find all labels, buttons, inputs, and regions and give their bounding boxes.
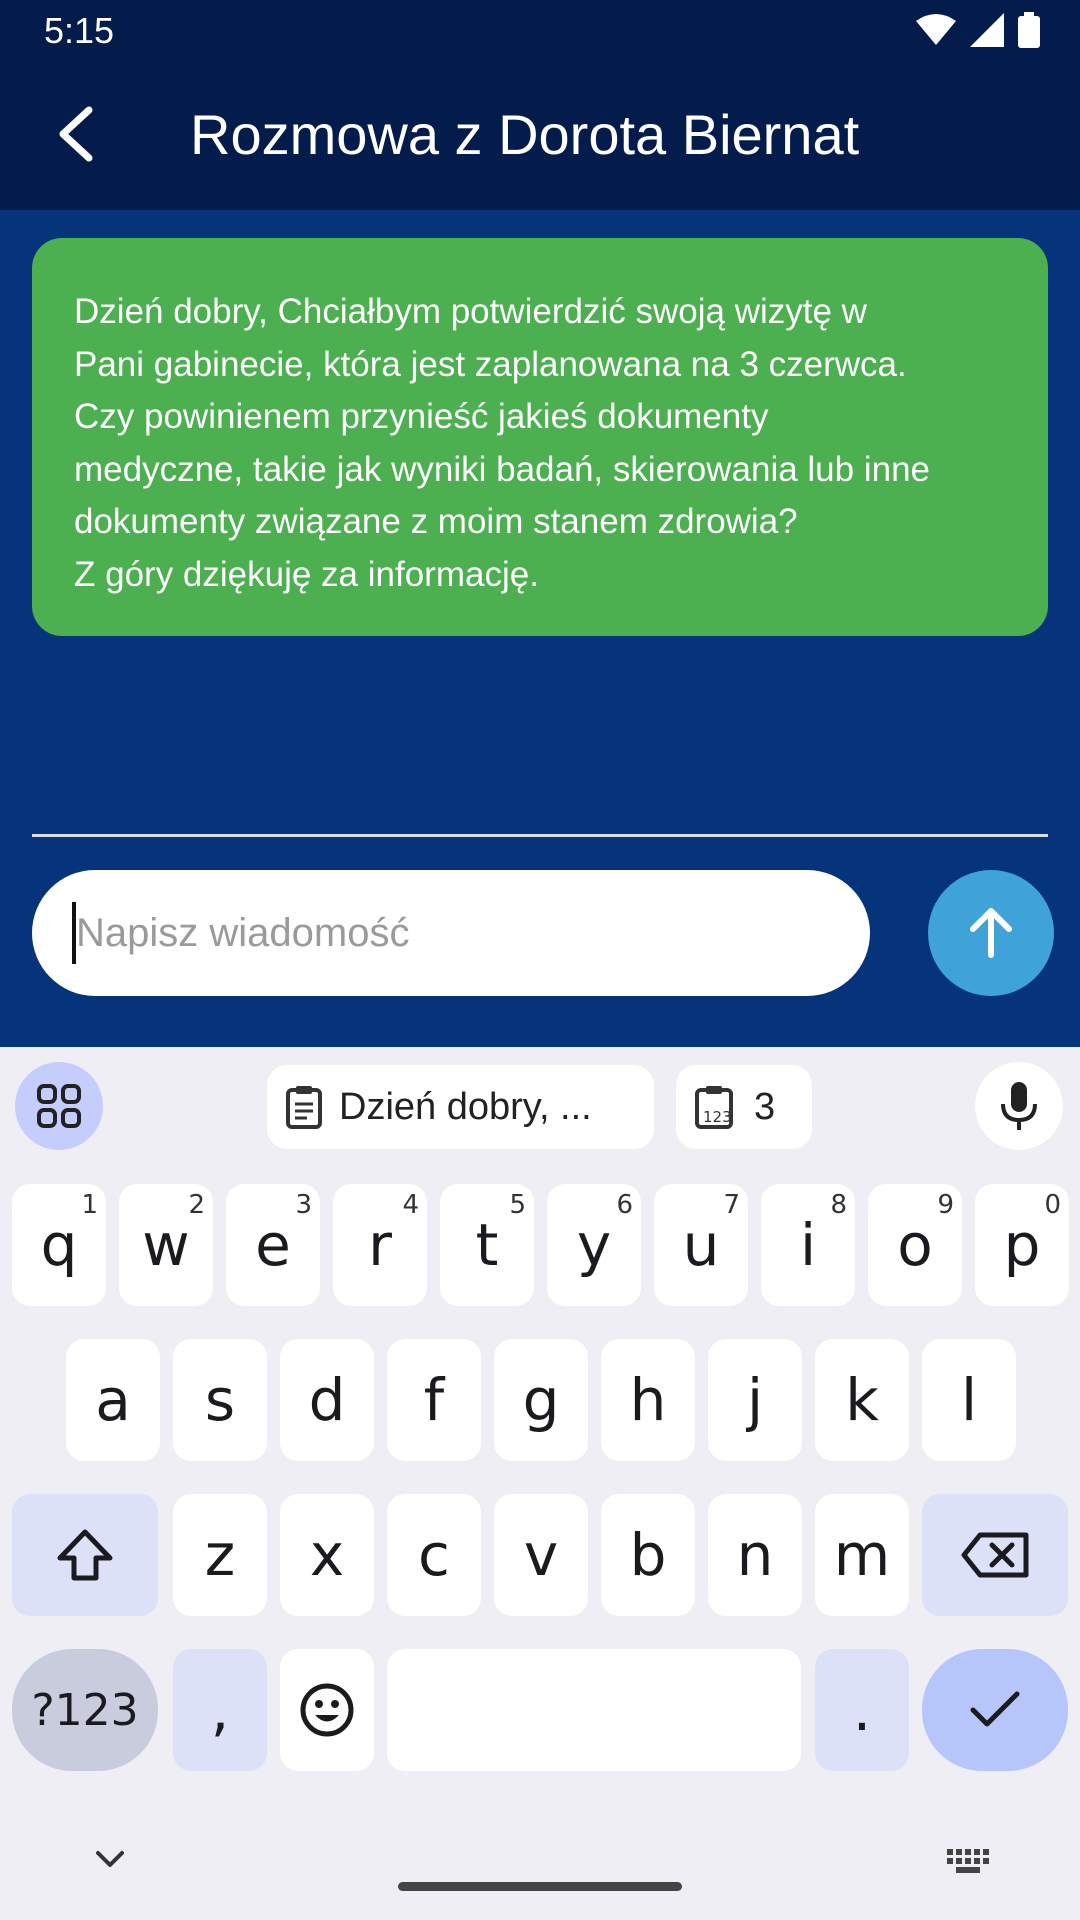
symbols-key[interactable]: ?123 [12, 1649, 158, 1771]
clipboard-suggestion-chip[interactable]: Dzień dobry, ... [267, 1065, 654, 1149]
emoji-key[interactable] [280, 1649, 374, 1771]
comma-key[interactable]: , [173, 1649, 267, 1771]
key-v[interactable]: v [494, 1494, 588, 1616]
key-h[interactable]: h [601, 1339, 695, 1461]
number-suggestion-chip[interactable]: 123 3 [676, 1065, 812, 1149]
clipboard-numbers-icon: 123 [695, 1086, 733, 1129]
checkmark-icon [970, 1691, 1020, 1727]
key-o[interactable]: o9 [868, 1184, 962, 1306]
key-n[interactable]: n [708, 1494, 802, 1616]
key-x[interactable]: x [280, 1494, 374, 1616]
key-j[interactable]: j [708, 1339, 802, 1461]
backspace-key[interactable] [922, 1494, 1068, 1616]
key-s[interactable]: s [173, 1339, 267, 1461]
suggestion-bar: Dzień dobry, ... 123 3 [0, 1047, 1080, 1165]
home-indicator[interactable] [398, 1882, 682, 1891]
divider [32, 834, 1048, 837]
shift-icon [57, 1529, 113, 1581]
chat-area: Dzień dobry, Chciałbym potwierdzić swoją… [0, 210, 1080, 1047]
svg-text:123: 123 [703, 1108, 732, 1126]
key-b[interactable]: b [601, 1494, 695, 1616]
message-input[interactable]: Napisz wiadomość [32, 870, 870, 996]
apps-button[interactable] [15, 1062, 103, 1150]
status-icons [916, 12, 1040, 48]
send-button[interactable] [928, 870, 1054, 996]
mic-button[interactable] [975, 1062, 1063, 1150]
battery-icon [1018, 12, 1040, 48]
chip-label: 3 [754, 1085, 776, 1128]
key-a[interactable]: a [66, 1339, 160, 1461]
key-t[interactable]: t5 [440, 1184, 534, 1306]
app-bar: Rozmowa z Dorota Biernat [0, 63, 1080, 210]
keyboard: Dzień dobry, ... 123 3 q1 w2 e3 r4 t5 y6… [0, 1047, 1080, 1920]
key-w[interactable]: w2 [119, 1184, 213, 1306]
shift-key[interactable] [12, 1494, 158, 1616]
backspace-icon [961, 1532, 1029, 1578]
status-time: 5:15 [44, 10, 115, 51]
key-q[interactable]: q1 [12, 1184, 106, 1306]
page-title: Rozmowa z Dorota Biernat [190, 103, 860, 166]
enter-key[interactable] [922, 1649, 1068, 1771]
status-bar: 5:15 [0, 0, 1080, 63]
space-key[interactable] [387, 1649, 801, 1771]
key-l[interactable]: l [922, 1339, 1016, 1461]
key-c[interactable]: c [387, 1494, 481, 1616]
key-r[interactable]: r4 [333, 1184, 427, 1306]
key-p[interactable]: p0 [975, 1184, 1069, 1306]
clipboard-icon [286, 1086, 322, 1129]
signal-icon [970, 13, 1004, 47]
key-k[interactable]: k [815, 1339, 909, 1461]
wifi-icon [916, 14, 956, 45]
key-i[interactable]: i8 [761, 1184, 855, 1306]
microphone-icon [1001, 1082, 1037, 1130]
grid-icon [37, 1084, 81, 1128]
emoji-icon [300, 1683, 354, 1737]
key-e[interactable]: e3 [226, 1184, 320, 1306]
key-d[interactable]: d [280, 1339, 374, 1461]
keyboard-switch-button[interactable] [945, 1847, 989, 1877]
message-bubble: Dzień dobry, Chciałbym potwierdzić swoją… [32, 238, 1048, 636]
back-button[interactable] [40, 99, 110, 169]
input-placeholder: Napisz wiadomość [76, 910, 410, 955]
hide-keyboard-button[interactable] [90, 1847, 134, 1877]
period-key[interactable]: . [815, 1649, 909, 1771]
key-u[interactable]: u7 [654, 1184, 748, 1306]
key-g[interactable]: g [494, 1339, 588, 1461]
key-z[interactable]: z [173, 1494, 267, 1616]
keyboard-icon [947, 1849, 989, 1873]
arrow-up-icon [970, 908, 1012, 958]
chevron-down-icon [96, 1851, 124, 1867]
key-f[interactable]: f [387, 1339, 481, 1461]
key-y[interactable]: y6 [547, 1184, 641, 1306]
back-arrow-icon [59, 106, 93, 162]
chip-label: Dzień dobry, ... [339, 1085, 592, 1128]
key-m[interactable]: m [815, 1494, 909, 1616]
